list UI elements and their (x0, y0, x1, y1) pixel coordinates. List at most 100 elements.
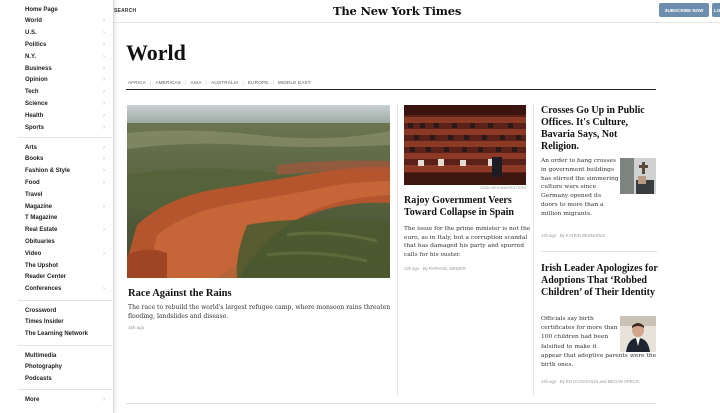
sidebar-item-magazine[interactable]: Magazine › (25, 201, 111, 212)
sidebar-item-label: Opinion (25, 77, 48, 84)
chevron-right-icon: › (103, 112, 105, 119)
middle-story-headline[interactable]: Rajoy Government Veers Toward Collapse i… (404, 195, 534, 219)
sidebar-item-conferences[interactable]: Conferences › (25, 284, 111, 295)
middle-story-image[interactable] (404, 105, 526, 185)
masthead-logo[interactable]: The New York Times (333, 4, 461, 18)
sidebar-item-t-magazine[interactable]: T Magazine (25, 213, 111, 224)
sidebar-item-tech[interactable]: Tech › (25, 87, 111, 98)
column-divider (533, 105, 534, 395)
chevron-right-icon: › (103, 41, 105, 48)
sidebar-divider (18, 137, 112, 138)
lead-story-image[interactable] (127, 105, 390, 278)
sidebar-item-opinion[interactable]: Opinion › (25, 75, 111, 86)
chevron-right-icon: › (103, 156, 105, 163)
sidebar-item-label: Podcasts (25, 376, 52, 383)
sidebar-item-food[interactable]: Food › (25, 177, 111, 188)
sidebar-item-books[interactable]: Books › (25, 154, 111, 165)
office-cross-image (620, 158, 656, 194)
sidebar-item-reader-center[interactable]: Reader Center (25, 272, 111, 283)
chevron-right-icon: › (103, 227, 105, 234)
chevron-right-icon: › (103, 179, 105, 186)
right-story-summary: An order to hang crosses in government b… (541, 158, 619, 217)
sidebar-menu: Home Page World › U.S. › Politics › N.Y. › Busine… (0, 0, 114, 413)
chevron-right-icon: › (103, 100, 105, 107)
lead-story-headline[interactable]: Race Against the Rains (128, 288, 232, 299)
sidebar-item-label: Fashion & Style (25, 168, 71, 175)
refugee-camp-landscape-image (127, 105, 390, 278)
sidebar-item-health[interactable]: Health › (25, 110, 111, 121)
sidebar-item-obituaries[interactable]: Obituaries (25, 236, 111, 247)
subnav-link-africa[interactable]: AFRICA (128, 80, 146, 85)
sidebar-item-fashion-style[interactable]: Fashion & Style › (25, 166, 111, 177)
chevron-right-icon: › (103, 144, 105, 151)
sidebar-item-politics[interactable]: Politics › (25, 39, 111, 50)
sidebar-item-podcasts[interactable]: Podcasts (25, 374, 111, 385)
sidebar-item-video[interactable]: Video › (25, 248, 111, 259)
right-story-meta: 13h ago · By KATRIN BENNHOLD (541, 233, 606, 238)
subnav-separator: | (185, 80, 187, 85)
section-rule (126, 89, 656, 90)
sidebar-item-label: More (25, 396, 40, 403)
sidebar-item-label: Science (25, 100, 48, 107)
sidebar-item-travel[interactable]: Travel (25, 189, 111, 200)
middle-story-meta: 13h ago · By RAPHAEL MINDER (404, 266, 466, 271)
subnav-link-americas[interactable]: AMERICAS (155, 80, 181, 85)
right-story-headline[interactable]: Irish Leader Apologizes for Adoptions Th… (541, 263, 659, 299)
sidebar-item-times-insider[interactable]: Times Insider (25, 317, 111, 328)
chevron-right-icon: › (103, 65, 105, 72)
sidebar-item-label: Business (25, 65, 52, 72)
sidebar-divider (18, 389, 112, 390)
chevron-right-icon: › (103, 286, 105, 293)
sidebar-item-business[interactable]: Business › (25, 63, 111, 74)
sidebar-item-label: Food (25, 179, 40, 186)
sidebar-item-sports[interactable]: Sports › (25, 122, 111, 133)
parliament-chamber-image (404, 105, 526, 185)
column-divider (397, 105, 398, 395)
lead-story-summary: The race to rebuild the world's largest … (128, 304, 391, 320)
subnav-link-middle-east[interactable]: MIDDLE EAST (278, 80, 311, 85)
sidebar-item-label: U.S. (25, 30, 37, 37)
subnav-link-asia[interactable]: ASIA (190, 80, 201, 85)
sidebar-item-label: N.Y. (25, 53, 37, 60)
sidebar-item-more[interactable]: More › (25, 394, 111, 405)
sidebar-item-label: Home Page (25, 6, 58, 13)
photo-credit: JUAN MEDINA/REUTERS (479, 186, 526, 190)
sidebar-divider (18, 345, 112, 346)
sidebar-item-the-upshot[interactable]: The Upshot (25, 260, 111, 271)
subnav-link-europe[interactable]: EUROPE (248, 80, 269, 85)
sidebar-item-real-estate[interactable]: Real Estate › (25, 225, 111, 236)
login-button[interactable]: LO (712, 3, 720, 17)
sidebar-item-label: Photography (25, 364, 62, 371)
right-story-headline[interactable]: Crosses Go Up in Public Offices. It's Cu… (541, 105, 657, 153)
sidebar-item-science[interactable]: Science › (25, 98, 111, 109)
sidebar-item-world[interactable]: World › (25, 16, 111, 27)
right-story-thumbnail[interactable] (620, 158, 656, 194)
middle-story-summary: The issue for the prime minister is not … (404, 226, 531, 258)
sidebar-item-label: T Magazine (25, 215, 58, 222)
sidebar-item-label: Arts (25, 144, 38, 151)
subnav-link-australia[interactable]: AUSTRALIA (211, 80, 238, 85)
sidebar-item-label: Real Estate (25, 227, 58, 234)
sidebar-item-u-s[interactable]: U.S. › (25, 28, 111, 39)
sidebar-item-photography[interactable]: Photography (25, 362, 111, 373)
sidebar-item-label: The Learning Network (25, 331, 89, 338)
search-button[interactable]: SEARCH (114, 8, 136, 14)
sidebar-item-multimedia[interactable]: Multimedia (25, 350, 111, 361)
chevron-right-icon: › (103, 168, 105, 175)
chevron-right-icon: › (103, 77, 105, 84)
subnav-separator: | (205, 80, 208, 85)
chevron-right-icon: › (103, 30, 105, 37)
sidebar-item-label: Sports (25, 124, 45, 131)
sidebar-item-home-page[interactable]: Home Page (25, 4, 111, 15)
sidebar-item-n-y[interactable]: N.Y. › (25, 51, 111, 62)
sidebar-item-label: Obituaries (25, 238, 55, 245)
sidebar-item-crossword[interactable]: Crossword (25, 305, 111, 316)
sidebar-item-arts[interactable]: Arts › (25, 142, 111, 153)
sidebar-item-label: Reader Center (25, 274, 67, 281)
sidebar-item-label: Crossword (25, 307, 57, 314)
subscribe-button[interactable]: SUBSCRIBE NOW (659, 3, 709, 17)
right-story-thumbnail[interactable] (620, 316, 656, 352)
sidebar-divider (18, 300, 112, 301)
sidebar-item-the-learning-network[interactable]: The Learning Network (25, 329, 111, 340)
chevron-right-icon: › (103, 53, 105, 60)
